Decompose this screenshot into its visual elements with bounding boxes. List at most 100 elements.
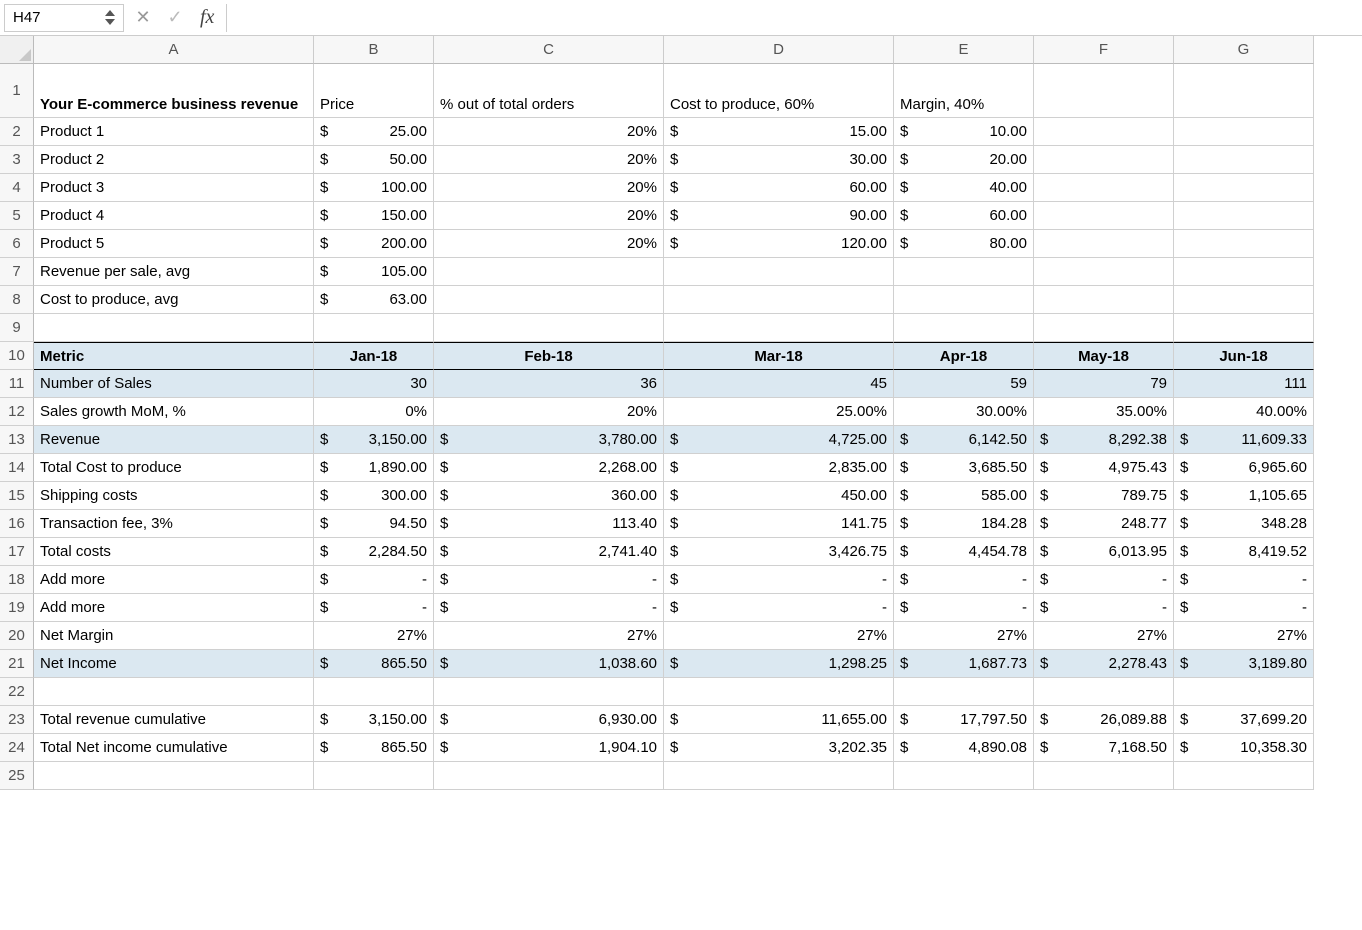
cumulative-value[interactable]: $3,150.00 [314,706,434,734]
row-header-24[interactable]: 24 [0,734,34,762]
cell-empty[interactable] [434,286,664,314]
cell-empty[interactable] [1034,230,1174,258]
row-header-9[interactable]: 9 [0,314,34,342]
product-margin[interactable]: $20.00 [894,146,1034,174]
row-header-11[interactable]: 11 [0,370,34,398]
cell-empty[interactable] [664,286,894,314]
title-cell[interactable]: Your E-commerce business revenue [34,64,314,118]
header-cost[interactable]: Cost to produce, 60% [664,64,894,118]
cumulative-value[interactable]: $1,904.10 [434,734,664,762]
row-header-10[interactable]: 10 [0,342,34,370]
product-name[interactable]: Product 4 [34,202,314,230]
cell-empty[interactable] [1174,174,1314,202]
product-pct[interactable]: 20% [434,118,664,146]
metric-value[interactable]: $11,609.33 [1174,426,1314,454]
cell-empty[interactable] [1174,314,1314,342]
cumulative-value[interactable]: $7,168.50 [1034,734,1174,762]
product-pct[interactable]: 20% [434,202,664,230]
metric-value[interactable]: 111 [1174,370,1314,398]
header-pct[interactable]: % out of total orders [434,64,664,118]
metric-value[interactable]: $300.00 [314,482,434,510]
metric-header-month[interactable]: May-18 [1034,342,1174,370]
cumulative-value[interactable]: $37,699.20 [1174,706,1314,734]
metric-value[interactable]: $- [894,566,1034,594]
metric-value[interactable]: $2,741.40 [434,538,664,566]
metric-value[interactable]: 27% [1034,622,1174,650]
metric-value[interactable]: $2,284.50 [314,538,434,566]
metric-value[interactable]: $2,268.00 [434,454,664,482]
metric-value[interactable]: $- [1034,594,1174,622]
cell-empty[interactable] [1174,678,1314,706]
metric-value[interactable]: $6,965.60 [1174,454,1314,482]
cell-empty[interactable] [894,314,1034,342]
cumulative-value[interactable]: $865.50 [314,734,434,762]
product-pct[interactable]: 20% [434,174,664,202]
metric-label[interactable]: Revenue [34,426,314,454]
row-header-6[interactable]: 6 [0,230,34,258]
cumulative-label[interactable]: Total Net income cumulative [34,734,314,762]
column-header-F[interactable]: F [1034,36,1174,64]
column-header-D[interactable]: D [664,36,894,64]
row-header-17[interactable]: 17 [0,538,34,566]
cell-empty[interactable] [1034,762,1174,790]
metric-value[interactable]: $- [664,566,894,594]
cell-empty[interactable] [664,258,894,286]
avg-value[interactable]: $105.00 [314,258,434,286]
row-header-5[interactable]: 5 [0,202,34,230]
metric-value[interactable]: 20% [434,398,664,426]
cell-empty[interactable] [1034,118,1174,146]
metric-value[interactable]: $3,780.00 [434,426,664,454]
avg-label[interactable]: Cost to produce, avg [34,286,314,314]
cell-empty[interactable] [1034,314,1174,342]
metric-value[interactable]: $585.00 [894,482,1034,510]
metric-value[interactable]: $- [434,594,664,622]
cell-empty[interactable] [1174,258,1314,286]
metric-label[interactable]: Total Cost to produce [34,454,314,482]
row-header-16[interactable]: 16 [0,510,34,538]
cell-empty[interactable] [34,762,314,790]
metric-value[interactable]: $3,150.00 [314,426,434,454]
metric-value[interactable]: $4,454.78 [894,538,1034,566]
row-header-4[interactable]: 4 [0,174,34,202]
cell-empty[interactable] [434,258,664,286]
metric-value[interactable]: $3,426.75 [664,538,894,566]
product-price[interactable]: $100.00 [314,174,434,202]
metric-value[interactable]: 25.00% [664,398,894,426]
column-header-A[interactable]: A [34,36,314,64]
product-cost[interactable]: $15.00 [664,118,894,146]
metric-label[interactable]: Transaction fee, 3% [34,510,314,538]
product-cost[interactable]: $30.00 [664,146,894,174]
cell-empty[interactable] [894,258,1034,286]
product-pct[interactable]: 20% [434,146,664,174]
product-cost[interactable]: $90.00 [664,202,894,230]
metric-value[interactable]: 40.00% [1174,398,1314,426]
metric-value[interactable]: $- [1174,566,1314,594]
metric-value[interactable]: $4,725.00 [664,426,894,454]
product-cost[interactable]: $60.00 [664,174,894,202]
metric-value[interactable]: $- [314,566,434,594]
metric-label[interactable]: Number of Sales [34,370,314,398]
cumulative-label[interactable]: Total revenue cumulative [34,706,314,734]
cell-empty[interactable] [1174,118,1314,146]
metric-label[interactable]: Shipping costs [34,482,314,510]
metric-label[interactable]: Sales growth MoM, % [34,398,314,426]
name-box-stepper[interactable] [105,10,115,25]
cell-empty[interactable] [34,314,314,342]
metric-value[interactable]: $- [314,594,434,622]
metric-value[interactable]: $3,685.50 [894,454,1034,482]
metric-value[interactable]: $1,687.73 [894,650,1034,678]
spreadsheet-grid[interactable]: ABCDEFG1Your E-commerce business revenue… [0,36,1362,790]
row-header-8[interactable]: 8 [0,286,34,314]
cancel-icon[interactable]: ✕ [130,7,156,28]
metric-value[interactable]: $1,298.25 [664,650,894,678]
cell-empty[interactable] [664,762,894,790]
select-all-corner[interactable] [0,36,34,64]
metric-value[interactable]: $1,105.65 [1174,482,1314,510]
metric-value[interactable]: 27% [434,622,664,650]
metric-value[interactable]: $3,189.80 [1174,650,1314,678]
cell-empty[interactable] [1174,762,1314,790]
header-price[interactable]: Price [314,64,434,118]
metric-value[interactable]: $865.50 [314,650,434,678]
metric-value[interactable]: $6,142.50 [894,426,1034,454]
row-header-15[interactable]: 15 [0,482,34,510]
